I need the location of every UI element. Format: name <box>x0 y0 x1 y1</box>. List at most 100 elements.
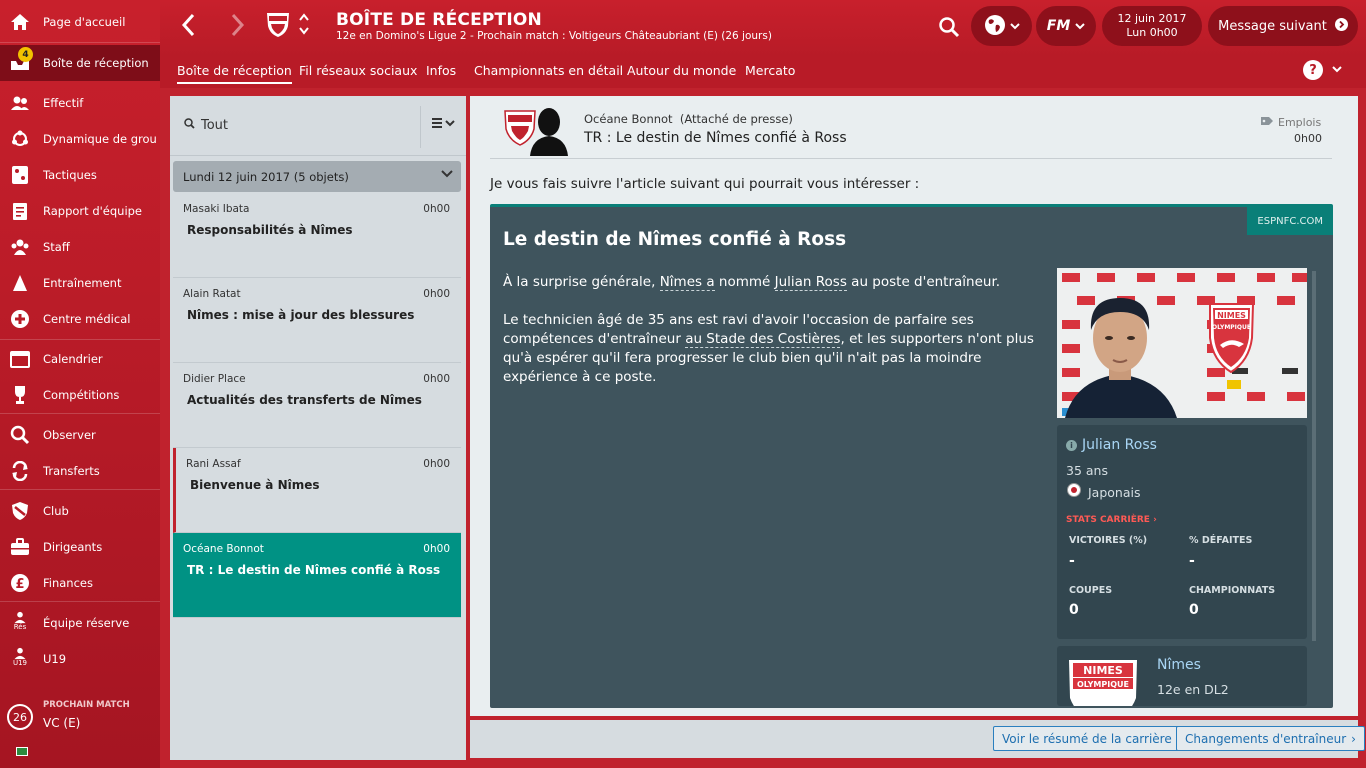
page-subtitle: 12e en Domino's Ligue 2 - Prochain match… <box>336 30 772 42</box>
person-link[interactable]: Julian Ross <box>774 274 847 291</box>
sidebar-item-finances[interactable]: £ Finances <box>0 565 160 601</box>
club-card: NIMES OLYMPIQUE Nîmes 12e en DL2 <box>1057 646 1307 706</box>
japan-flag-icon <box>1067 483 1081 497</box>
medical-icon <box>10 309 30 329</box>
globe-icon <box>984 14 1006 39</box>
stat-label: % DÉFAITES <box>1189 535 1253 546</box>
back-arrow-icon[interactable] <box>180 12 196 45</box>
filter-search[interactable]: Tout <box>184 118 228 133</box>
avatar <box>530 108 568 156</box>
player-photo: NIMES OLYMPIQUE <box>1057 268 1307 418</box>
help-icon[interactable]: ? <box>1303 60 1323 80</box>
chevron-down-icon <box>1009 19 1020 33</box>
article-title: Le destin de Nîmes confié à Ross <box>503 229 847 250</box>
tab-inbox[interactable]: Boîte de réception <box>177 63 292 84</box>
tab-league-details[interactable]: Championnats en détail <box>474 63 623 78</box>
inbox-message-row[interactable]: Alain Ratat 0h00 Nîmes : mise à jour des… <box>173 278 461 363</box>
pound-icon: £ <box>10 573 30 593</box>
message-subject: Nîmes : mise à jour des blessures <box>187 308 415 322</box>
list-options-menu-icon[interactable] <box>432 117 456 133</box>
sidebar-item-reserves[interactable]: Rés Équipe réserve <box>0 605 160 641</box>
article-scrollbar[interactable] <box>1312 271 1316 641</box>
home-icon <box>10 12 30 32</box>
sidebar-item-transfers[interactable]: Transferts <box>0 453 160 489</box>
club-name-link[interactable]: Nîmes <box>1157 657 1201 673</box>
days-until-match: 26 <box>7 704 33 730</box>
day-group-label: Lundi 12 juin 2017 (5 objets) <box>183 169 349 184</box>
stadium-link[interactable]: au Stade des Costières <box>685 331 841 348</box>
youth-icon-caption: U19 <box>12 659 28 667</box>
player-age: 35 ans <box>1066 463 1108 478</box>
next-match-opponent: VC (E) <box>43 716 81 730</box>
sidebar-item-squad[interactable]: Effectif <box>0 85 160 121</box>
sidebar-item-training[interactable]: Entraînement <box>0 265 160 301</box>
tab-news[interactable]: Infos <box>426 63 456 78</box>
tab-social-feed[interactable]: Fil réseaux sociaux <box>299 63 417 78</box>
manager-changes-button[interactable]: Changements d'entraîneur › <box>1176 726 1365 751</box>
inbox-list-panel: Tout Lundi 12 juin 2017 (5 objets) Masak… <box>170 96 466 760</box>
nimes-crest-text: NIMES <box>1217 311 1246 320</box>
sender-name[interactable]: Océane Bonnot <box>584 112 673 126</box>
inbox-message-row[interactable]: Didier Place 0h00 Actualités des transfe… <box>173 363 461 448</box>
sidebar-item-board[interactable]: Dirigeants <box>0 529 160 565</box>
message-sender: Océane Bonnot <box>183 543 264 555</box>
sidebar-item-label: Club <box>43 504 69 518</box>
tab-around-world[interactable]: Autour du monde <box>627 63 736 78</box>
inbox-message-row[interactable]: Masaki Ibata 0h00 Responsabilités à Nîme… <box>173 193 461 278</box>
sidebar-item-staff[interactable]: Staff <box>0 229 160 265</box>
chevron-right-icon: › <box>1351 731 1356 746</box>
career-summary-button[interactable]: Voir le résumé de la carrière› <box>993 726 1191 751</box>
player-card: i Julian Ross 35 ans Japonais STATS CARR… <box>1057 425 1307 639</box>
sidebar-item-label: Centre médical <box>43 312 131 326</box>
club-crest-icon: NIMES OLYMPIQUE <box>1069 660 1137 706</box>
sidebar-item-scouting[interactable]: Observer <box>0 417 160 453</box>
club-position: 12e en DL2 <box>1157 682 1229 697</box>
next-match-widget[interactable]: 26 PROCHAIN MATCH VC (E) <box>0 692 160 742</box>
sidebar-item-team-report[interactable]: Rapport d'équipe <box>0 193 160 229</box>
next-message-button[interactable]: Message suivant <box>1208 6 1358 46</box>
tab-transfer-window[interactable]: Mercato <box>745 63 795 78</box>
sidebar-item-u19[interactable]: U19 U19 <box>0 641 160 677</box>
player-name-link[interactable]: Julian Ross <box>1082 437 1157 453</box>
category-label: Emplois <box>1278 116 1322 129</box>
sidebar-divider <box>0 489 160 490</box>
dynamics-icon <box>10 129 30 149</box>
fm-menu-button[interactable]: FM <box>1036 6 1096 46</box>
forward-arrow-icon[interactable] <box>230 12 246 45</box>
club-crest-icon[interactable] <box>266 12 290 38</box>
club-switch-chevron-icon[interactable] <box>299 12 309 40</box>
article-text: au poste d'entraîneur. <box>846 274 1001 290</box>
info-icon[interactable]: i <box>1066 440 1077 451</box>
stat-label: VICTOIRES (%) <box>1069 535 1148 546</box>
reserve-icon-caption: Rés <box>13 623 27 631</box>
search-icon[interactable] <box>938 16 960 38</box>
sidebar-item-competitions[interactable]: Compétitions <box>0 377 160 413</box>
stat-value: 0 <box>1069 602 1079 618</box>
game-date[interactable]: 12 juin 2017 Lun 0h00 <box>1102 6 1202 46</box>
action-bar: Voir le résumé de la carrière› Changemen… <box>470 720 1365 758</box>
article-source: ESPNFC.COM <box>1247 207 1333 235</box>
message-time: 0h00 <box>423 458 450 470</box>
svg-text:OLYMPIQUE: OLYMPIQUE <box>1212 324 1251 331</box>
sidebar-item-medical[interactable]: Centre médical <box>0 301 160 337</box>
day-group-header[interactable]: Lundi 12 juin 2017 (5 objets) <box>173 161 461 192</box>
message-time: 0h00 <box>423 203 450 215</box>
world-menu-button[interactable] <box>971 6 1032 46</box>
inbox-message-row-selected[interactable]: Océane Bonnot 0h00 TR : Le destin de Nîm… <box>173 533 461 618</box>
sidebar-item-label: Entraînement <box>43 276 122 290</box>
sidebar-item-label: Calendrier <box>43 352 103 366</box>
message-subject: TR : Le destin de Nîmes confié à Ross <box>584 130 847 146</box>
club-link[interactable]: Nîmes a <box>659 274 715 291</box>
sidebar-item-label: Dirigeants <box>43 540 103 554</box>
sidebar-item-dynamics[interactable]: Dynamique de grou... <box>0 121 160 157</box>
tag-icon <box>1261 117 1273 125</box>
sidebar-item-inbox[interactable]: 4 Boîte de réception <box>0 45 160 81</box>
inbox-message-row-unread[interactable]: Rani Assaf 0h00 Bienvenue à Nîmes <box>173 448 461 533</box>
sidebar-item-home[interactable]: Page d'accueil <box>0 4 160 40</box>
sidebar-item-club[interactable]: Club <box>0 493 160 529</box>
sidebar-item-tactics[interactable]: Tactiques <box>0 157 160 193</box>
sidebar-item-calendar[interactable]: Calendrier <box>0 341 160 377</box>
chevron-down-icon[interactable] <box>1332 62 1342 76</box>
career-stats-link[interactable]: STATS CARRIÈRE › <box>1066 515 1157 525</box>
transfers-icon <box>10 461 30 481</box>
